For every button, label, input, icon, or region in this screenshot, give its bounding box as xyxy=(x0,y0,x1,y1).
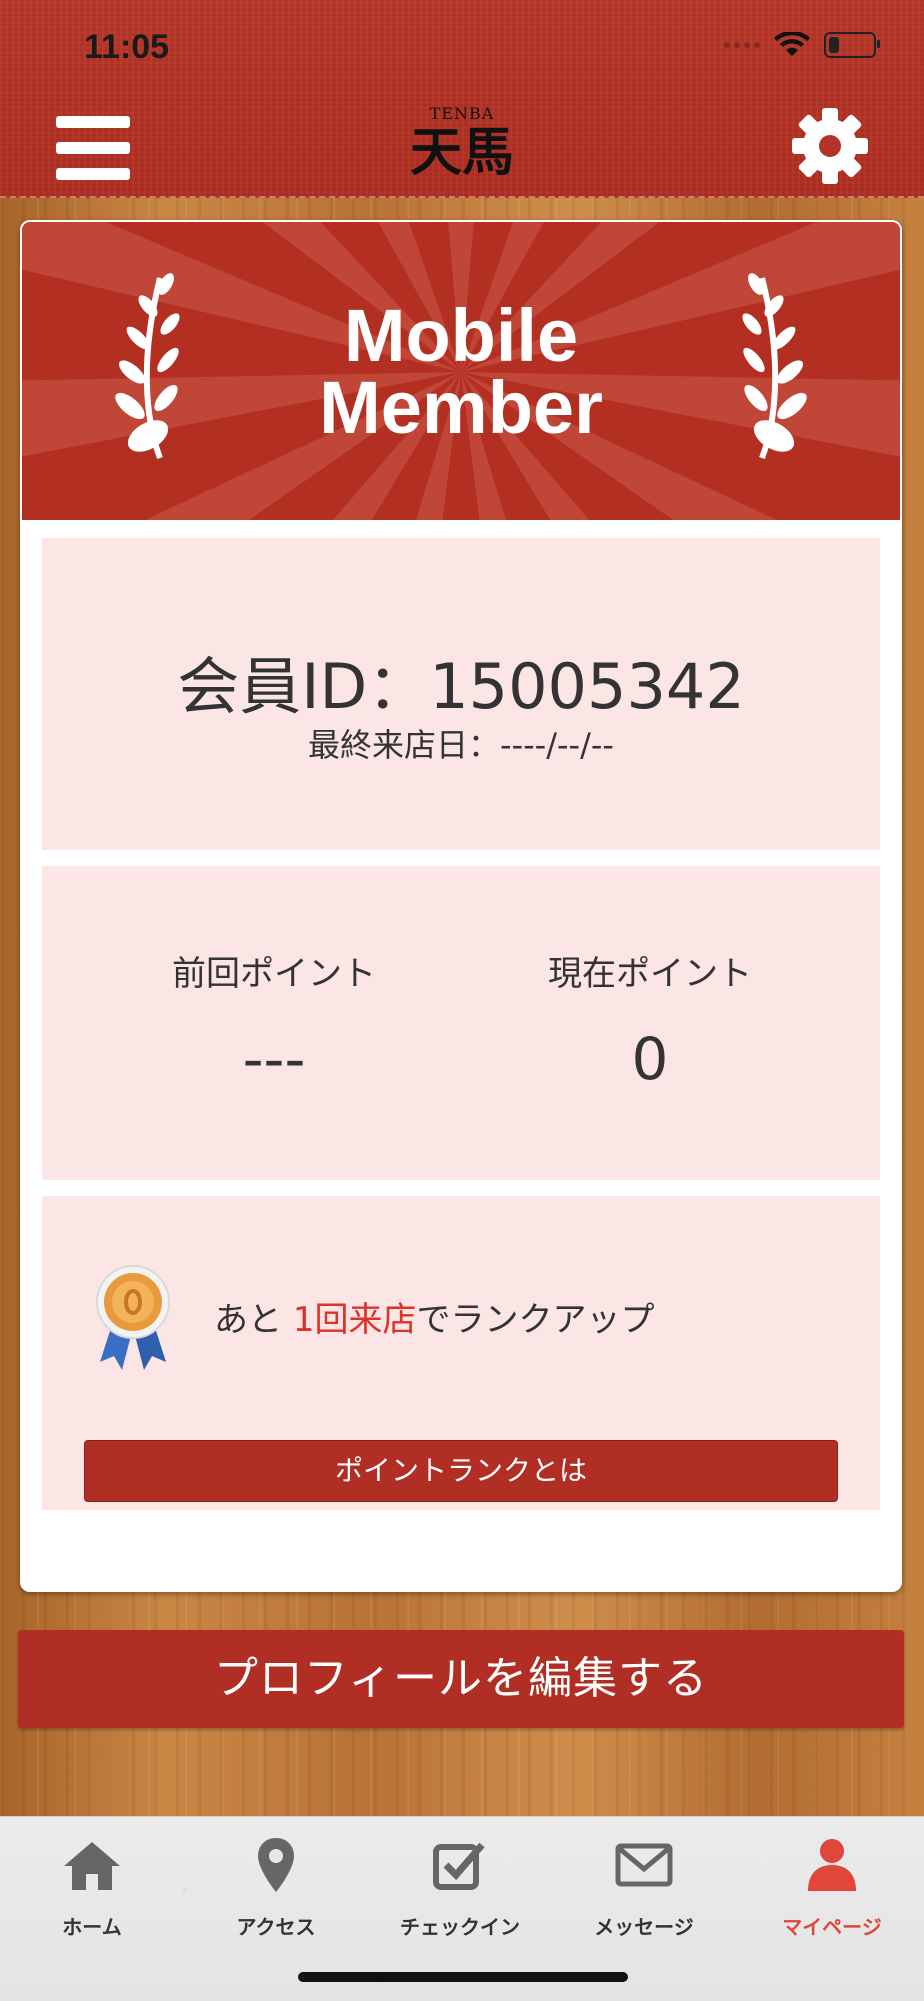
current-points-label: 現在ポイント xyxy=(548,954,752,994)
tab-checkin-label: チェックイン xyxy=(400,1915,520,1939)
person-icon xyxy=(808,1839,856,1891)
map-pin-icon xyxy=(258,1838,294,1892)
home-indicator[interactable] xyxy=(298,1972,628,1982)
rank-text-before: あと xyxy=(214,1300,293,1340)
point-rank-info-button[interactable]: ポイントランクとは xyxy=(84,1440,838,1502)
tab-checkin[interactable]: チェックイン xyxy=(368,1829,552,1940)
rank-visits-remaining: 1回来店 xyxy=(292,1300,417,1340)
checkbox-icon xyxy=(433,1842,485,1890)
rank-text-after: でランクアップ xyxy=(416,1300,655,1340)
previous-points: 前回ポイント --- xyxy=(94,946,454,1093)
envelope-icon xyxy=(615,1843,673,1887)
rank-up-message: あと 1回来店でランクアップ xyxy=(214,1292,654,1341)
tab-mypage[interactable]: マイページ xyxy=(740,1829,924,1940)
home-icon xyxy=(64,1842,120,1890)
gear-icon[interactable] xyxy=(790,106,870,186)
logo-en: TENBA xyxy=(429,104,495,123)
current-points: 現在ポイント 0 xyxy=(470,946,830,1093)
previous-points-value: --- xyxy=(242,1025,306,1093)
medal-icon xyxy=(96,1265,170,1370)
status-icons xyxy=(724,32,880,58)
banner-title-line2: Member xyxy=(319,366,603,449)
battery-icon xyxy=(824,32,880,58)
edit-profile-button[interactable]: プロフィールを編集する xyxy=(18,1630,904,1728)
points-panel: 前回ポイント --- 現在ポイント 0 xyxy=(42,866,880,1180)
app-logo: TENBA 天馬 xyxy=(0,104,924,181)
tab-home[interactable]: ホーム xyxy=(0,1829,184,1940)
rank-panel: あと 1回来店でランクアップ ポイントランクとは xyxy=(42,1196,880,1510)
member-id-panel: 会員ID：15005342 最終来店日：----/--/-- xyxy=(42,538,880,850)
banner-title-line1: Mobile xyxy=(343,294,579,377)
tab-access[interactable]: アクセス xyxy=(184,1829,368,1940)
member-card: Mobile Member 会員ID：15005342 最終来店日：----/-… xyxy=(20,220,902,1592)
member-id: 会員ID：15005342 xyxy=(177,650,745,723)
logo-jp: 天馬 xyxy=(409,122,514,183)
tab-home-label: ホーム xyxy=(62,1915,122,1939)
tab-access-label: アクセス xyxy=(236,1915,316,1939)
current-points-value: 0 xyxy=(631,1025,669,1093)
app-header: 11:05 TENBA 天馬 xyxy=(0,0,924,198)
banner-title: Mobile Member xyxy=(22,294,900,449)
tab-message-label: メッセージ xyxy=(594,1915,694,1939)
signal-icon xyxy=(724,42,760,48)
mobile-member-banner: Mobile Member xyxy=(22,222,900,520)
tab-mypage-label: マイページ xyxy=(782,1915,882,1939)
last-visit-date: 最終来店日：----/--/-- xyxy=(308,726,614,764)
previous-points-label: 前回ポイント xyxy=(172,954,376,994)
status-time: 11:05 xyxy=(84,28,170,66)
tab-message[interactable]: メッセージ xyxy=(552,1829,736,1940)
wifi-icon xyxy=(774,32,810,56)
